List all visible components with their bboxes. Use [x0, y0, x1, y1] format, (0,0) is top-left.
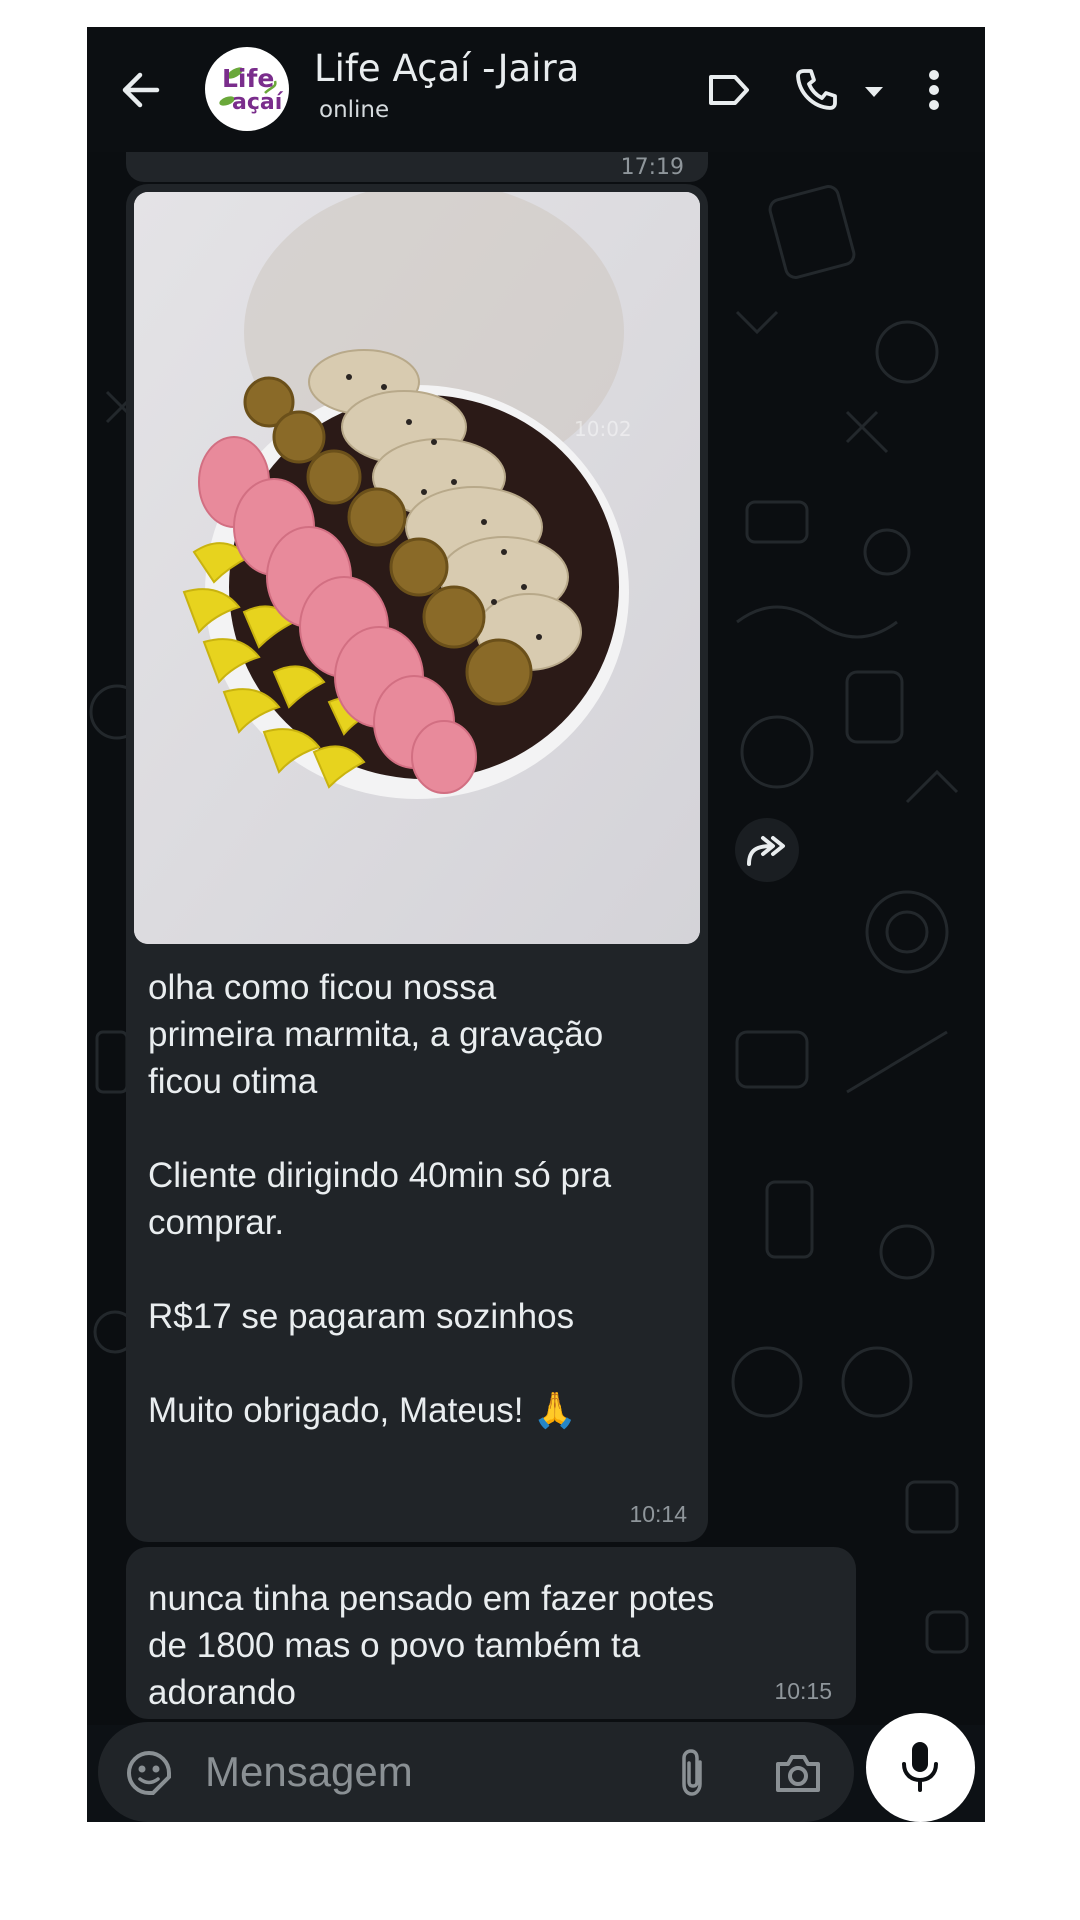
contact-name[interactable]: Life Açaí -Jaira	[314, 47, 579, 90]
logo-text-line2: açaí	[232, 90, 283, 115]
message-time: 17:19	[620, 155, 684, 180]
image-message-bubble[interactable]: 10:02 olha como ficou nossa primeira mar…	[126, 184, 708, 1542]
paperclip-icon[interactable]	[678, 1748, 708, 1798]
whatsapp-screen: Life açaí Life Açaí -Jaira online 17:19 …	[87, 27, 985, 1822]
message-input[interactable]: Mensagem	[205, 1748, 413, 1796]
message-time: 10:15	[774, 1678, 832, 1704]
acai-bowl-image	[134, 192, 700, 944]
text-message-bubble[interactable]: nunca tinha pensado em fazer potes de 18…	[126, 1547, 856, 1719]
message-time: 10:14	[629, 1501, 687, 1527]
logo-text-line1: Life	[222, 64, 275, 93]
mic-icon	[902, 1742, 938, 1792]
message-text: nunca tinha pensado em fazer potes de 18…	[148, 1579, 715, 1712]
more-vertical-icon[interactable]	[927, 69, 941, 111]
dropdown-icon[interactable]	[863, 85, 885, 99]
image-overlay-time: 10:02	[574, 417, 632, 441]
chat-area[interactable]: 17:19 10:02 olha como ficou nossa primei…	[87, 132, 985, 1725]
avatar[interactable]: Life açaí	[205, 47, 289, 131]
message-composer: Mensagem	[98, 1722, 854, 1822]
chat-header: Life açaí Life Açaí -Jaira online	[87, 27, 985, 152]
sticker-icon[interactable]	[126, 1750, 172, 1796]
label-icon[interactable]	[707, 72, 751, 108]
acai-bowl-photo[interactable]: 10:02	[134, 192, 700, 944]
phone-icon[interactable]	[794, 67, 838, 111]
arrow-left-icon[interactable]	[120, 72, 160, 108]
forward-button[interactable]	[735, 818, 799, 882]
mic-button[interactable]	[866, 1713, 975, 1822]
message-text: olha como ficou nossa primeira marmita, …	[148, 968, 612, 1430]
forward-icon	[747, 836, 785, 866]
camera-icon[interactable]	[774, 1752, 822, 1794]
contact-status: online	[319, 97, 390, 123]
